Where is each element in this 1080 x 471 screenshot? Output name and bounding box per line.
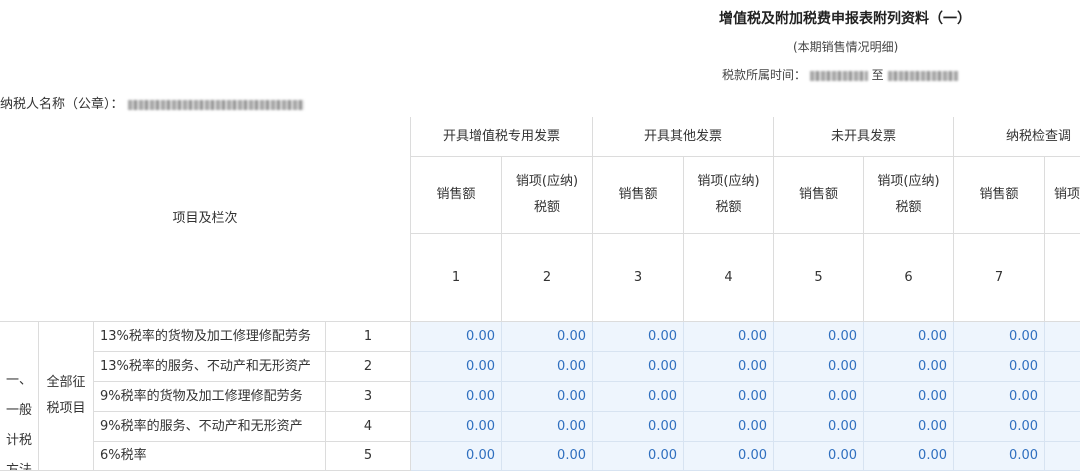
col-sales-7: 销售额 (954, 157, 1045, 234)
period-end-redacted (887, 70, 958, 81)
value-cell-col-8-partial[interactable] (1045, 412, 1080, 442)
row-line-number: 5 (326, 442, 411, 471)
value-cell-col-3[interactable]: 0.00 (593, 442, 684, 471)
value-cell-col-8-partial[interactable] (1045, 442, 1080, 471)
taxpayer-name-redacted (127, 99, 304, 110)
col-tax-4: 销项(应纳)税额 (684, 157, 774, 234)
row-label: 9%税率的货物及加工修理修配劳务 (94, 382, 326, 412)
row-label: 13%税率的货物及加工修理修配劳务 (94, 322, 326, 352)
row-line-number: 2 (326, 352, 411, 382)
value-cell-col-3[interactable]: 0.00 (593, 322, 684, 352)
value-cell-col-2[interactable]: 0.00 (502, 412, 593, 442)
value-cell-col-7[interactable]: 0.00 (954, 382, 1045, 412)
value-cell-col-1[interactable]: 0.00 (411, 412, 502, 442)
value-cell-col-4[interactable]: 0.00 (684, 442, 774, 471)
value-cell-col-6[interactable]: 0.00 (864, 442, 954, 471)
value-cell-col-5[interactable]: 0.00 (774, 442, 864, 471)
row-line-number: 4 (326, 412, 411, 442)
value-cell-col-3[interactable]: 0.00 (593, 352, 684, 382)
value-cell-col-8-partial[interactable] (1045, 382, 1080, 412)
taxpayer-name: 纳税人名称（公章）： (0, 93, 304, 112)
value-cell-col-7[interactable]: 0.00 (954, 412, 1045, 442)
value-cell-col-8-partial[interactable] (1045, 322, 1080, 352)
value-cell-col-7[interactable]: 0.00 (954, 322, 1045, 352)
col-sales-1: 销售额 (411, 157, 502, 234)
col-tax-8-partial: 销项 (1045, 157, 1080, 234)
col-sales-3: 销售额 (593, 157, 684, 234)
value-cell-col-4[interactable]: 0.00 (684, 322, 774, 352)
group-tax-inspection: 纳税检查调 (954, 117, 1080, 157)
value-cell-col-5[interactable]: 0.00 (774, 412, 864, 442)
value-cell-col-6[interactable]: 0.00 (864, 412, 954, 442)
page-subtitle: (本期销售情况明细) (793, 40, 899, 54)
row-line-number: 3 (326, 382, 411, 412)
row-label: 6%税率 (94, 442, 326, 471)
col-number-7: 7 (954, 234, 1045, 322)
value-cell-col-6[interactable]: 0.00 (864, 382, 954, 412)
value-cell-col-5[interactable]: 0.00 (774, 352, 864, 382)
col-number-5: 5 (774, 234, 864, 322)
value-cell-col-1[interactable]: 0.00 (411, 382, 502, 412)
col-sales-5: 销售额 (774, 157, 864, 234)
taxpayer-label: 纳税人名称（公章）： (0, 97, 124, 112)
value-cell-col-3[interactable]: 0.00 (593, 412, 684, 442)
category-general-method: 一、一般计税方法 (0, 322, 39, 471)
sales-detail-table: 项目及栏次 开具增值税专用发票 开具其他发票 未开具发票 纳税检查调 销售额 销… (0, 117, 1080, 471)
col-tax-2: 销项(应纳)税额 (502, 157, 593, 234)
col-number-1: 1 (411, 234, 502, 322)
period-label: 税款所属时间： (722, 68, 807, 82)
col-number-2: 2 (502, 234, 593, 322)
value-cell-col-4[interactable]: 0.00 (684, 382, 774, 412)
value-cell-col-1[interactable]: 0.00 (411, 352, 502, 382)
value-cell-col-4[interactable]: 0.00 (684, 412, 774, 442)
value-cell-col-7[interactable]: 0.00 (954, 352, 1045, 382)
group-no-invoice: 未开具发票 (774, 117, 954, 157)
value-cell-col-2[interactable]: 0.00 (502, 442, 593, 471)
col-number-3: 3 (593, 234, 684, 322)
value-cell-col-1[interactable]: 0.00 (411, 322, 502, 352)
group-special-invoice: 开具增值税专用发票 (411, 117, 593, 157)
value-cell-col-2[interactable]: 0.00 (502, 352, 593, 382)
row-label: 9%税率的服务、不动产和无形资产 (94, 412, 326, 442)
value-cell-col-5[interactable]: 0.00 (774, 382, 864, 412)
value-cell-col-2[interactable]: 0.00 (502, 322, 593, 352)
item-header: 项目及栏次 (0, 117, 411, 322)
row-line-number: 1 (326, 322, 411, 352)
value-cell-col-6[interactable]: 0.00 (864, 322, 954, 352)
col-number-8-partial (1045, 234, 1080, 322)
value-cell-col-4[interactable]: 0.00 (684, 352, 774, 382)
page-title: 增值税及附加税费申报表附列资料（一） (719, 11, 971, 27)
group-other-invoice: 开具其他发票 (593, 117, 774, 157)
value-cell-col-5[interactable]: 0.00 (774, 322, 864, 352)
col-number-6: 6 (864, 234, 954, 322)
value-cell-col-3[interactable]: 0.00 (593, 382, 684, 412)
value-cell-col-7[interactable]: 0.00 (954, 442, 1045, 471)
col-tax-6: 销项(应纳)税额 (864, 157, 954, 234)
period-separator: 至 (871, 68, 884, 82)
tax-period: 税款所属时间： 至 (722, 66, 958, 83)
value-cell-col-2[interactable]: 0.00 (502, 382, 593, 412)
value-cell-col-8-partial[interactable] (1045, 352, 1080, 382)
value-cell-col-1[interactable]: 0.00 (411, 442, 502, 471)
col-number-4: 4 (684, 234, 774, 322)
value-cell-col-6[interactable]: 0.00 (864, 352, 954, 382)
subcategory-all-taxable: 全部征税项目 (39, 322, 94, 471)
row-label: 13%税率的服务、不动产和无形资产 (94, 352, 326, 382)
period-start-redacted (809, 70, 868, 81)
